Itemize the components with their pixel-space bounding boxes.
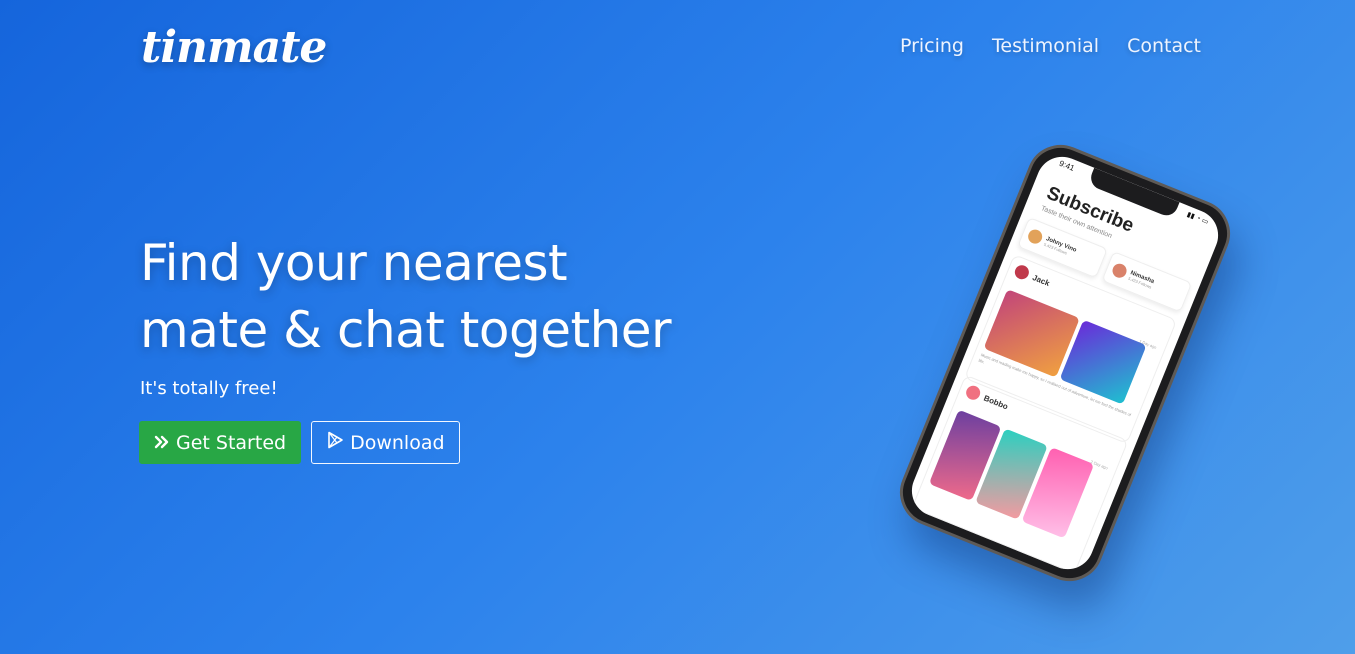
phone-frame: 9:41 ▮▮ ◔ ▭ Subscribe Taste their own at… [889, 134, 1241, 592]
hero-actions: Get Started Download [139, 421, 460, 464]
post-author: Jack [1031, 272, 1052, 288]
get-started-label: Get Started [176, 431, 287, 454]
phone-mockup: 9:41 ▮▮ ◔ ▭ Subscribe Taste their own at… [888, 134, 1241, 592]
brand-logo[interactable]: tinmate [141, 20, 327, 76]
play-store-icon [326, 431, 344, 454]
double-chevron-right-icon [154, 432, 170, 454]
avatar [1110, 261, 1129, 280]
avatar [964, 383, 983, 402]
post-author: Bobbo [982, 393, 1010, 411]
get-started-button[interactable]: Get Started [139, 421, 302, 464]
nav-link-testimonial[interactable]: Testimonial [992, 34, 1099, 58]
avatar [1026, 227, 1045, 246]
avatar [1012, 263, 1031, 282]
hero-headline: Find your nearest mate & chat together [140, 230, 672, 364]
download-button[interactable]: Download [311, 421, 460, 464]
nav-link-contact[interactable]: Contact [1127, 34, 1201, 58]
download-label: Download [350, 431, 445, 454]
status-icons: ▮▮ ◔ ▭ [1185, 211, 1210, 227]
phone-screen: 9:41 ▮▮ ◔ ▭ Subscribe Taste their own at… [904, 149, 1226, 577]
status-time: 9:41 [1057, 158, 1076, 173]
nav-link-pricing[interactable]: Pricing [900, 34, 964, 58]
hero-subtitle: It's totally free! [140, 378, 278, 399]
hero-headline-line1: Find your nearest [140, 234, 568, 292]
hero-headline-line2: mate & chat together [140, 301, 672, 359]
main-nav: Pricing Testimonial Contact [900, 34, 1201, 58]
